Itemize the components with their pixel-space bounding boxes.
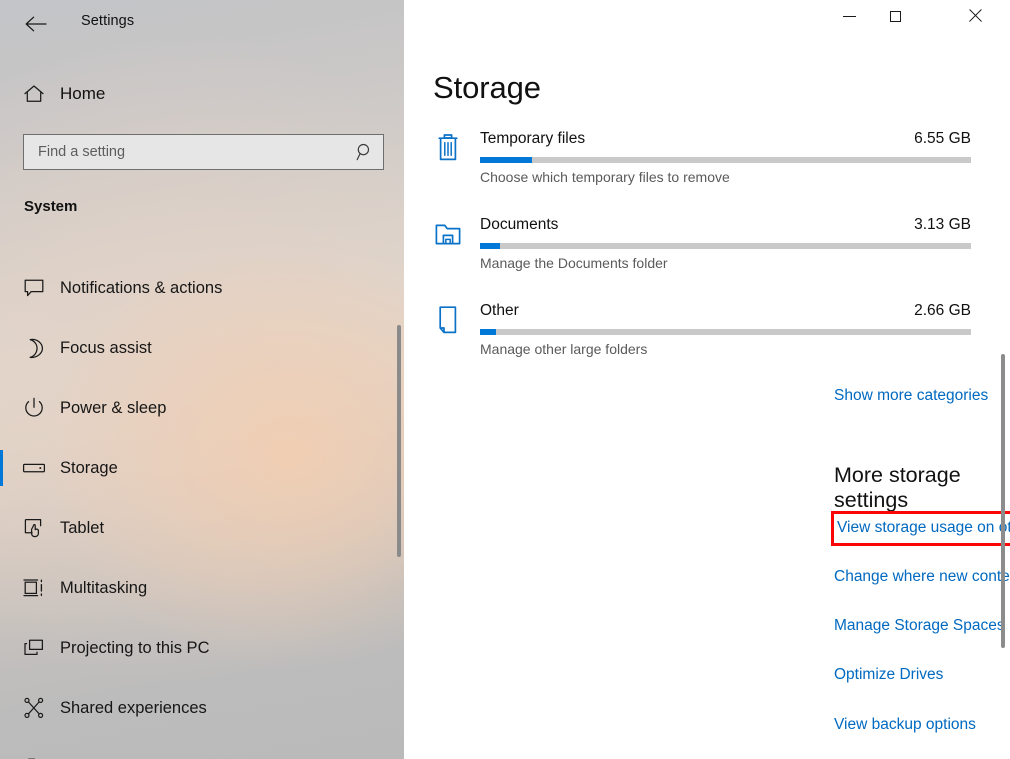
- category-description: Manage other large folders: [480, 341, 648, 357]
- page-title: Storage: [433, 70, 541, 105]
- sidebar-item-home[interactable]: Home: [0, 76, 404, 112]
- drive-icon: [12, 460, 56, 476]
- sidebar-item-label: Multitasking: [60, 578, 148, 597]
- sidebar-item-label: Shared experiences: [60, 698, 207, 717]
- settings-window: Settings Home Find a setting System Noti…: [0, 0, 1010, 759]
- sidebar-item-label: Power & sleep: [60, 398, 167, 417]
- usage-bar-track: [480, 243, 971, 249]
- sidebar-nav-list: Notifications & actions Focus assist Pow…: [0, 258, 404, 759]
- change-where-content-saved-link[interactable]: Change where new content is saved: [834, 568, 1010, 586]
- moon-icon: [12, 338, 56, 359]
- search-icon[interactable]: [347, 143, 383, 161]
- home-icon: [12, 84, 56, 104]
- category-name: Documents: [480, 216, 559, 233]
- close-button[interactable]: [952, 0, 998, 32]
- main-scrollbar-thumb[interactable]: [1001, 354, 1005, 648]
- maximize-icon: [889, 10, 901, 22]
- category-description: Choose which temporary files to remove: [480, 169, 730, 185]
- show-more-categories-link[interactable]: Show more categories: [834, 387, 988, 405]
- projecting-icon: [12, 638, 56, 658]
- minimize-icon: [842, 15, 856, 17]
- category-size: 2.66 GB: [914, 302, 971, 319]
- sidebar-item-notifications[interactable]: Notifications & actions: [0, 258, 404, 318]
- multitasking-icon: [12, 578, 56, 598]
- category-name: Other: [480, 302, 519, 319]
- minimize-button[interactable]: [826, 0, 872, 32]
- trash-icon: [430, 130, 466, 166]
- manage-storage-spaces-link[interactable]: Manage Storage Spaces: [834, 617, 1005, 635]
- view-storage-other-drives-link[interactable]: View storage usage on other drives: [837, 519, 1010, 537]
- documents-folder-icon: [430, 216, 466, 252]
- usage-bar-fill: [480, 157, 532, 163]
- app-title: Settings: [81, 13, 135, 29]
- category-name: Temporary files: [480, 130, 586, 147]
- category-size: 3.13 GB: [914, 216, 971, 233]
- sidebar-item-label: Storage: [60, 458, 118, 477]
- sidebar-item-multitasking[interactable]: Multitasking: [0, 558, 404, 618]
- search-input[interactable]: Find a setting: [23, 134, 384, 170]
- share-nodes-icon: [12, 697, 56, 719]
- sidebar-item-tablet[interactable]: Tablet: [0, 498, 404, 558]
- view-backup-options-link[interactable]: View backup options: [834, 716, 976, 734]
- storage-category-row[interactable]: Temporary files 6.55 GB Choose which tem…: [404, 122, 1010, 208]
- sidebar-item-label: Home: [60, 84, 106, 103]
- sidebar-item-label: Notifications & actions: [60, 278, 223, 297]
- usage-bar-fill: [480, 329, 496, 335]
- maximize-button[interactable]: [872, 0, 918, 32]
- storage-category-list: Temporary files 6.55 GB Choose which tem…: [404, 122, 1010, 380]
- storage-category-row[interactable]: Other 2.66 GB Manage other large folders: [404, 294, 1010, 380]
- category-size: 6.55 GB: [914, 130, 971, 147]
- sidebar-item-label: Projecting to this PC: [60, 638, 210, 657]
- power-icon: [12, 397, 56, 419]
- usage-bar-fill: [480, 243, 500, 249]
- close-icon: [968, 9, 982, 23]
- sidebar-item-storage[interactable]: Storage: [0, 438, 404, 498]
- usage-bar-track: [480, 157, 971, 163]
- sidebar-item-focus-assist[interactable]: Focus assist: [0, 318, 404, 378]
- more-storage-settings-heading: More storage settings: [834, 463, 961, 512]
- back-button[interactable]: [18, 9, 54, 39]
- main-content: Storage Temporary files 6.55 GB Choose w…: [404, 0, 1010, 759]
- sidebar-item-clipboard[interactable]: Clipboard: [0, 738, 404, 759]
- tablet-touch-icon: [12, 517, 56, 539]
- sidebar-section-label: System: [24, 198, 78, 215]
- usage-bar-track: [480, 329, 971, 335]
- search-placeholder: Find a setting: [38, 144, 126, 160]
- sidebar-item-projecting[interactable]: Projecting to this PC: [0, 618, 404, 678]
- sidebar-item-label: Focus assist: [60, 338, 152, 357]
- other-file-icon: [430, 302, 466, 338]
- sidebar-scrollbar[interactable]: [397, 325, 401, 557]
- notification-balloon-icon: [12, 278, 56, 298]
- storage-category-row[interactable]: Documents 3.13 GB Manage the Documents f…: [404, 208, 1010, 294]
- category-description: Manage the Documents folder: [480, 255, 668, 271]
- sidebar: Settings Home Find a setting System Noti…: [0, 0, 404, 759]
- sidebar-item-power-sleep[interactable]: Power & sleep: [0, 378, 404, 438]
- sidebar-item-shared-experiences[interactable]: Shared experiences: [0, 678, 404, 738]
- sidebar-item-label: Tablet: [60, 518, 105, 537]
- back-arrow-icon: [25, 16, 47, 32]
- optimize-drives-link[interactable]: Optimize Drives: [834, 666, 943, 684]
- main-scrollbar[interactable]: [996, 47, 1010, 759]
- selection-indicator: [0, 450, 3, 486]
